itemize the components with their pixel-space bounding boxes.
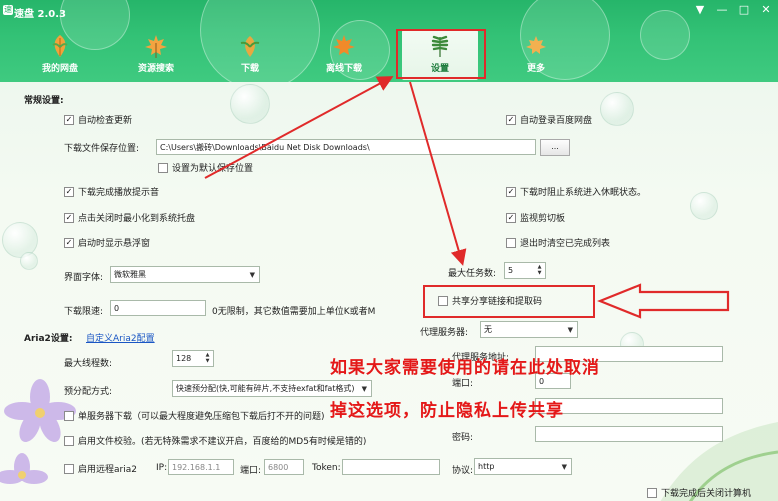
arrow-to-settings-tab: [204, 76, 394, 179]
arrow-to-max-tasks: [409, 81, 467, 266]
annotation-text-line1: 如果大家需要使用的请在此处取消: [330, 358, 600, 378]
annotation-text-line2: 掉这选项，防止隐私上传共享: [330, 401, 564, 421]
arrow-to-share-option: [597, 283, 730, 319]
annotation-arrows: [204, 76, 730, 319]
speedpan-window: 速 速盘 2.0.3 ▼ — □ ✕ 我的网盘 资源搜索 下载 离线下载 设置 …: [0, 0, 778, 501]
